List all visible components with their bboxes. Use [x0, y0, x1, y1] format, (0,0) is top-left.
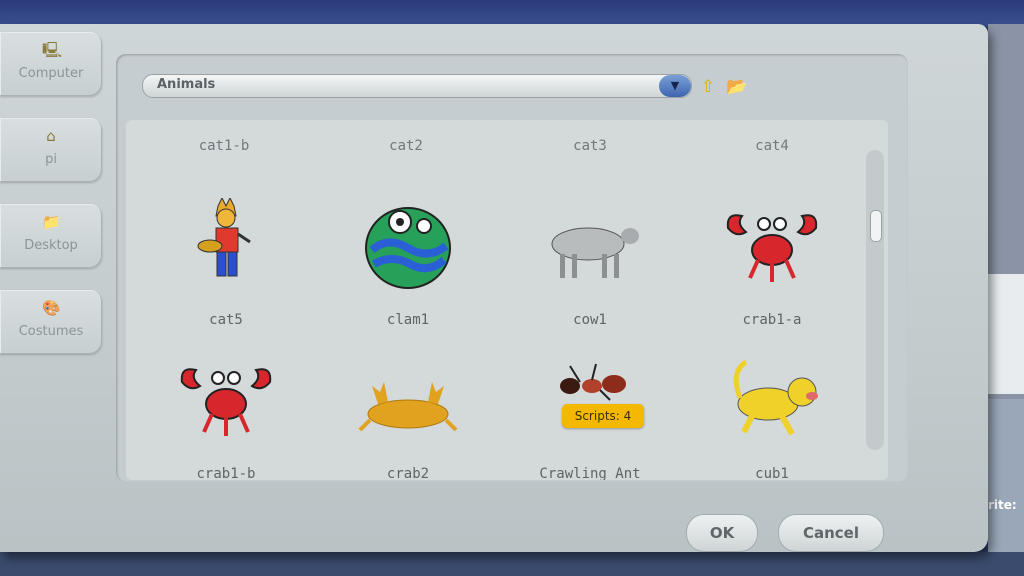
file-browser: Animals ▼ ⇧ 📂 cat1-b cat2 cat3 cat4 cat5…	[116, 54, 908, 482]
background-bottom	[0, 552, 1024, 576]
new-folder-icon[interactable]: 📂	[726, 78, 747, 96]
partial-item-label: cat1-b	[198, 138, 250, 154]
place-label: Computer	[18, 66, 84, 81]
file-item-crab2[interactable]: crab2	[338, 352, 478, 480]
file-item-name: crab1-b	[196, 466, 256, 480]
file-item-clam1[interactable]: clam1	[338, 198, 478, 328]
computer-icon: 🖳	[42, 41, 63, 59]
place-costumes-button[interactable]: 🎨 Costumes	[0, 290, 102, 354]
ant-icon	[560, 363, 626, 401]
background-sprite-panel	[988, 399, 1024, 576]
file-item-cub1[interactable]: cub1	[702, 352, 842, 480]
file-dialog: 🖳 Computer ⌂ pi 📁 Desktop 🎨 Costumes Ani…	[0, 24, 988, 552]
costumes-icon: 🎨	[42, 299, 61, 317]
partial-item-label: cat2	[389, 138, 423, 154]
crab-icon	[180, 368, 272, 436]
place-pi-button[interactable]: ⌂ pi	[0, 118, 102, 182]
home-icon: ⌂	[46, 127, 56, 145]
clam-icon	[365, 207, 451, 289]
place-label: Desktop	[24, 238, 78, 253]
file-item-cow1[interactable]: cow1	[520, 198, 660, 328]
place-label: Costumes	[18, 324, 84, 339]
partial-item-label: cat4	[755, 138, 789, 154]
file-item-name: Crawling Ant	[539, 466, 641, 480]
file-item-crawling-ant[interactable]: Scripts: 4 Crawling Ant	[520, 352, 660, 480]
partial-item-label: cat3	[573, 138, 607, 154]
file-item-name: cow1	[573, 312, 607, 328]
crab-icon	[358, 382, 458, 432]
file-item-name: crab2	[386, 466, 430, 480]
cow-icon	[551, 227, 639, 278]
cancel-button[interactable]: Cancel	[778, 514, 884, 552]
ok-button[interactable]: OK	[686, 514, 758, 552]
file-item-name: cub1	[755, 466, 789, 480]
folder-dropdown-value: Animals	[157, 77, 216, 92]
file-item-name: crab1-a	[742, 312, 802, 328]
background-window	[988, 24, 1024, 576]
place-computer-button[interactable]: 🖳 Computer	[0, 32, 102, 96]
file-item-cat5[interactable]: cat5	[156, 198, 296, 328]
scrollbar-thumb[interactable]	[870, 210, 882, 242]
scripts-badge: Scripts: 4	[562, 404, 644, 428]
file-item-name: cat5	[209, 312, 243, 328]
background-panel	[988, 274, 1024, 394]
file-item-crab1-a[interactable]: crab1-a	[702, 198, 842, 328]
folder-dropdown[interactable]: Animals ▼	[142, 74, 692, 98]
file-item-crab1-b[interactable]: crab1-b	[156, 352, 296, 480]
chevron-down-icon[interactable]: ▼	[659, 75, 691, 97]
file-item-name: clam1	[386, 312, 430, 328]
crab-icon	[726, 214, 818, 282]
lion-cub-icon	[733, 359, 818, 436]
place-label: pi	[45, 152, 57, 167]
top-bar	[0, 0, 1024, 26]
cat-icon	[197, 198, 251, 277]
folder-icon: 📁	[42, 213, 61, 231]
place-desktop-button[interactable]: 📁 Desktop	[0, 204, 102, 268]
up-arrow-icon[interactable]: ⇧	[698, 78, 718, 96]
vertical-scrollbar[interactable]	[866, 150, 884, 450]
file-grid: cat1-b cat2 cat3 cat4 cat5 clam1 cow1 cr…	[126, 120, 888, 480]
background-sprite-label: rite:	[988, 498, 1017, 512]
